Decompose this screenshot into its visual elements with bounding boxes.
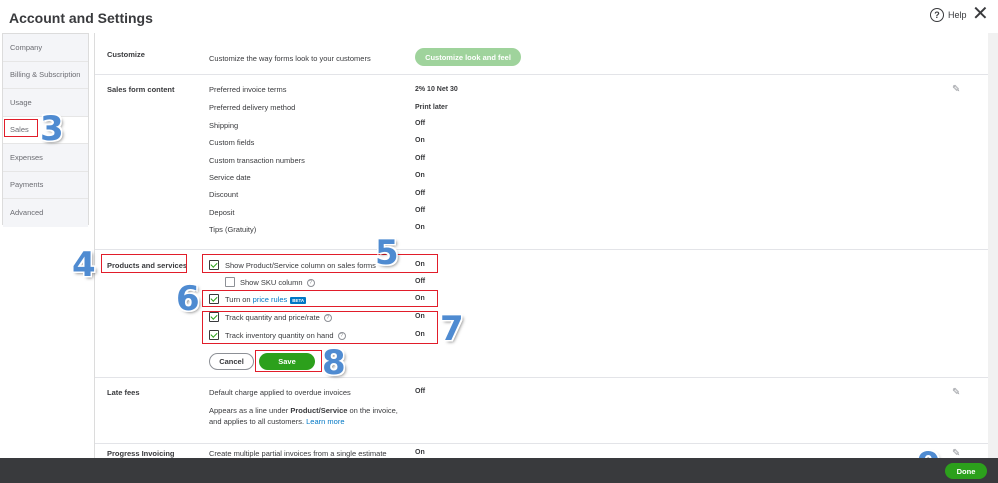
show-sku-checkbox[interactable] (225, 277, 235, 287)
annotation-box-show-product-column (202, 254, 438, 273)
learn-more-link[interactable]: Learn more (306, 417, 344, 426)
row-label: Deposit (209, 208, 235, 217)
edit-pencil-icon[interactable]: ✎ (952, 85, 962, 95)
late-fees-note-line2: and applies to all customers. Learn more (209, 417, 345, 426)
row-label: Custom transaction numbers (209, 156, 305, 165)
help-label: Help (948, 10, 967, 20)
sidebar-item-payments[interactable]: Payments (3, 171, 88, 199)
annotation-box-sales (4, 119, 38, 137)
progress-invoicing-section[interactable]: Progress Invoicing Create multiple parti… (95, 444, 998, 459)
annotation-box-products-services (101, 254, 187, 273)
row-value: Off (415, 120, 426, 127)
row-value: On (415, 172, 425, 179)
done-button[interactable]: Done (945, 463, 987, 479)
row-value: On (415, 449, 425, 456)
sidebar-item-label: Advanced (10, 208, 44, 218)
sidebar-item-label: Company (10, 42, 43, 52)
annotation-box-save (255, 350, 322, 372)
section-label: Progress Invoicing (107, 449, 175, 458)
progress-invoicing-description: Create multiple partial invoices from a … (209, 449, 387, 458)
late-fees-description: Default charge applied to overdue invoic… (209, 388, 351, 397)
annotation-step-8: 8 (322, 343, 346, 383)
help-icon: ? (930, 8, 944, 22)
annotation-step-4: 4 (72, 245, 96, 285)
sales-form-content-section[interactable]: Sales form content ✎ Preferred invoice t… (95, 75, 998, 250)
annotation-step-5: 5 (375, 233, 399, 273)
row-label: Custom fields (209, 138, 255, 147)
row-value: On (415, 137, 425, 144)
customize-section: Customize Customize the way forms look t… (95, 33, 998, 75)
annotation-step-3: 3 (40, 109, 64, 149)
row-value: Off (415, 278, 426, 285)
annotation-step-6: 6 (176, 279, 200, 319)
late-fees-section[interactable]: Late fees Default charge applied to over… (95, 378, 998, 444)
annotation-box-price-rules (202, 290, 438, 307)
row-label: Discount (209, 190, 239, 199)
row-value: Print later (415, 104, 448, 111)
annotation-box-track-quantity (202, 311, 438, 344)
section-label: Sales form content (107, 85, 175, 94)
row-label: Shipping (209, 121, 239, 130)
page-title: Account and Settings (9, 10, 153, 26)
row-value: Off (415, 155, 426, 162)
close-icon[interactable]: ✕ (972, 4, 989, 24)
row-value: Off (415, 388, 426, 395)
help-button[interactable]: ? Help (930, 8, 967, 22)
row-label: Preferred invoice terms (209, 85, 287, 94)
edit-pencil-icon[interactable]: ✎ (952, 449, 962, 459)
settings-content: Customize Customize the way forms look t… (94, 33, 998, 458)
row-value: 2% 10 Net 30 (415, 86, 458, 93)
row-value: Off (415, 190, 426, 197)
footer-bar (0, 458, 998, 483)
show-sku-label: Show SKU column? (240, 278, 315, 288)
question-icon[interactable]: ? (306, 279, 315, 288)
late-fees-note-line1: Appears as a line under Product/Service … (209, 406, 398, 415)
sidebar-item-advanced[interactable]: Advanced (3, 199, 88, 227)
edit-pencil-icon[interactable]: ✎ (952, 388, 962, 398)
annotation-step-7: 7 (440, 309, 464, 349)
row-label: Service date (209, 173, 251, 182)
sidebar-item-label: Billing & Subscription (10, 70, 81, 80)
row-label: Preferred delivery method (209, 103, 296, 112)
scrollbar[interactable] (988, 33, 998, 458)
sidebar-item-label: Usage (10, 97, 32, 107)
customize-description: Customize the way forms look to your cus… (209, 54, 371, 63)
row-value: On (415, 224, 425, 231)
cancel-button[interactable]: Cancel (209, 353, 254, 370)
sidebar-item-label: Payments (10, 180, 44, 190)
header: Account and Settings ? Help ✕ (0, 0, 998, 34)
section-label: Customize (107, 50, 145, 59)
section-label: Late fees (107, 388, 140, 397)
sidebar-item-billing[interactable]: Billing & Subscription (3, 61, 88, 89)
customize-look-button[interactable]: Customize look and feel (415, 48, 521, 66)
sidebar-item-company[interactable]: Company (3, 34, 88, 62)
row-value: Off (415, 207, 426, 214)
row-label: Tips (Gratuity) (209, 225, 257, 234)
sidebar-item-label: Expenses (10, 152, 43, 162)
